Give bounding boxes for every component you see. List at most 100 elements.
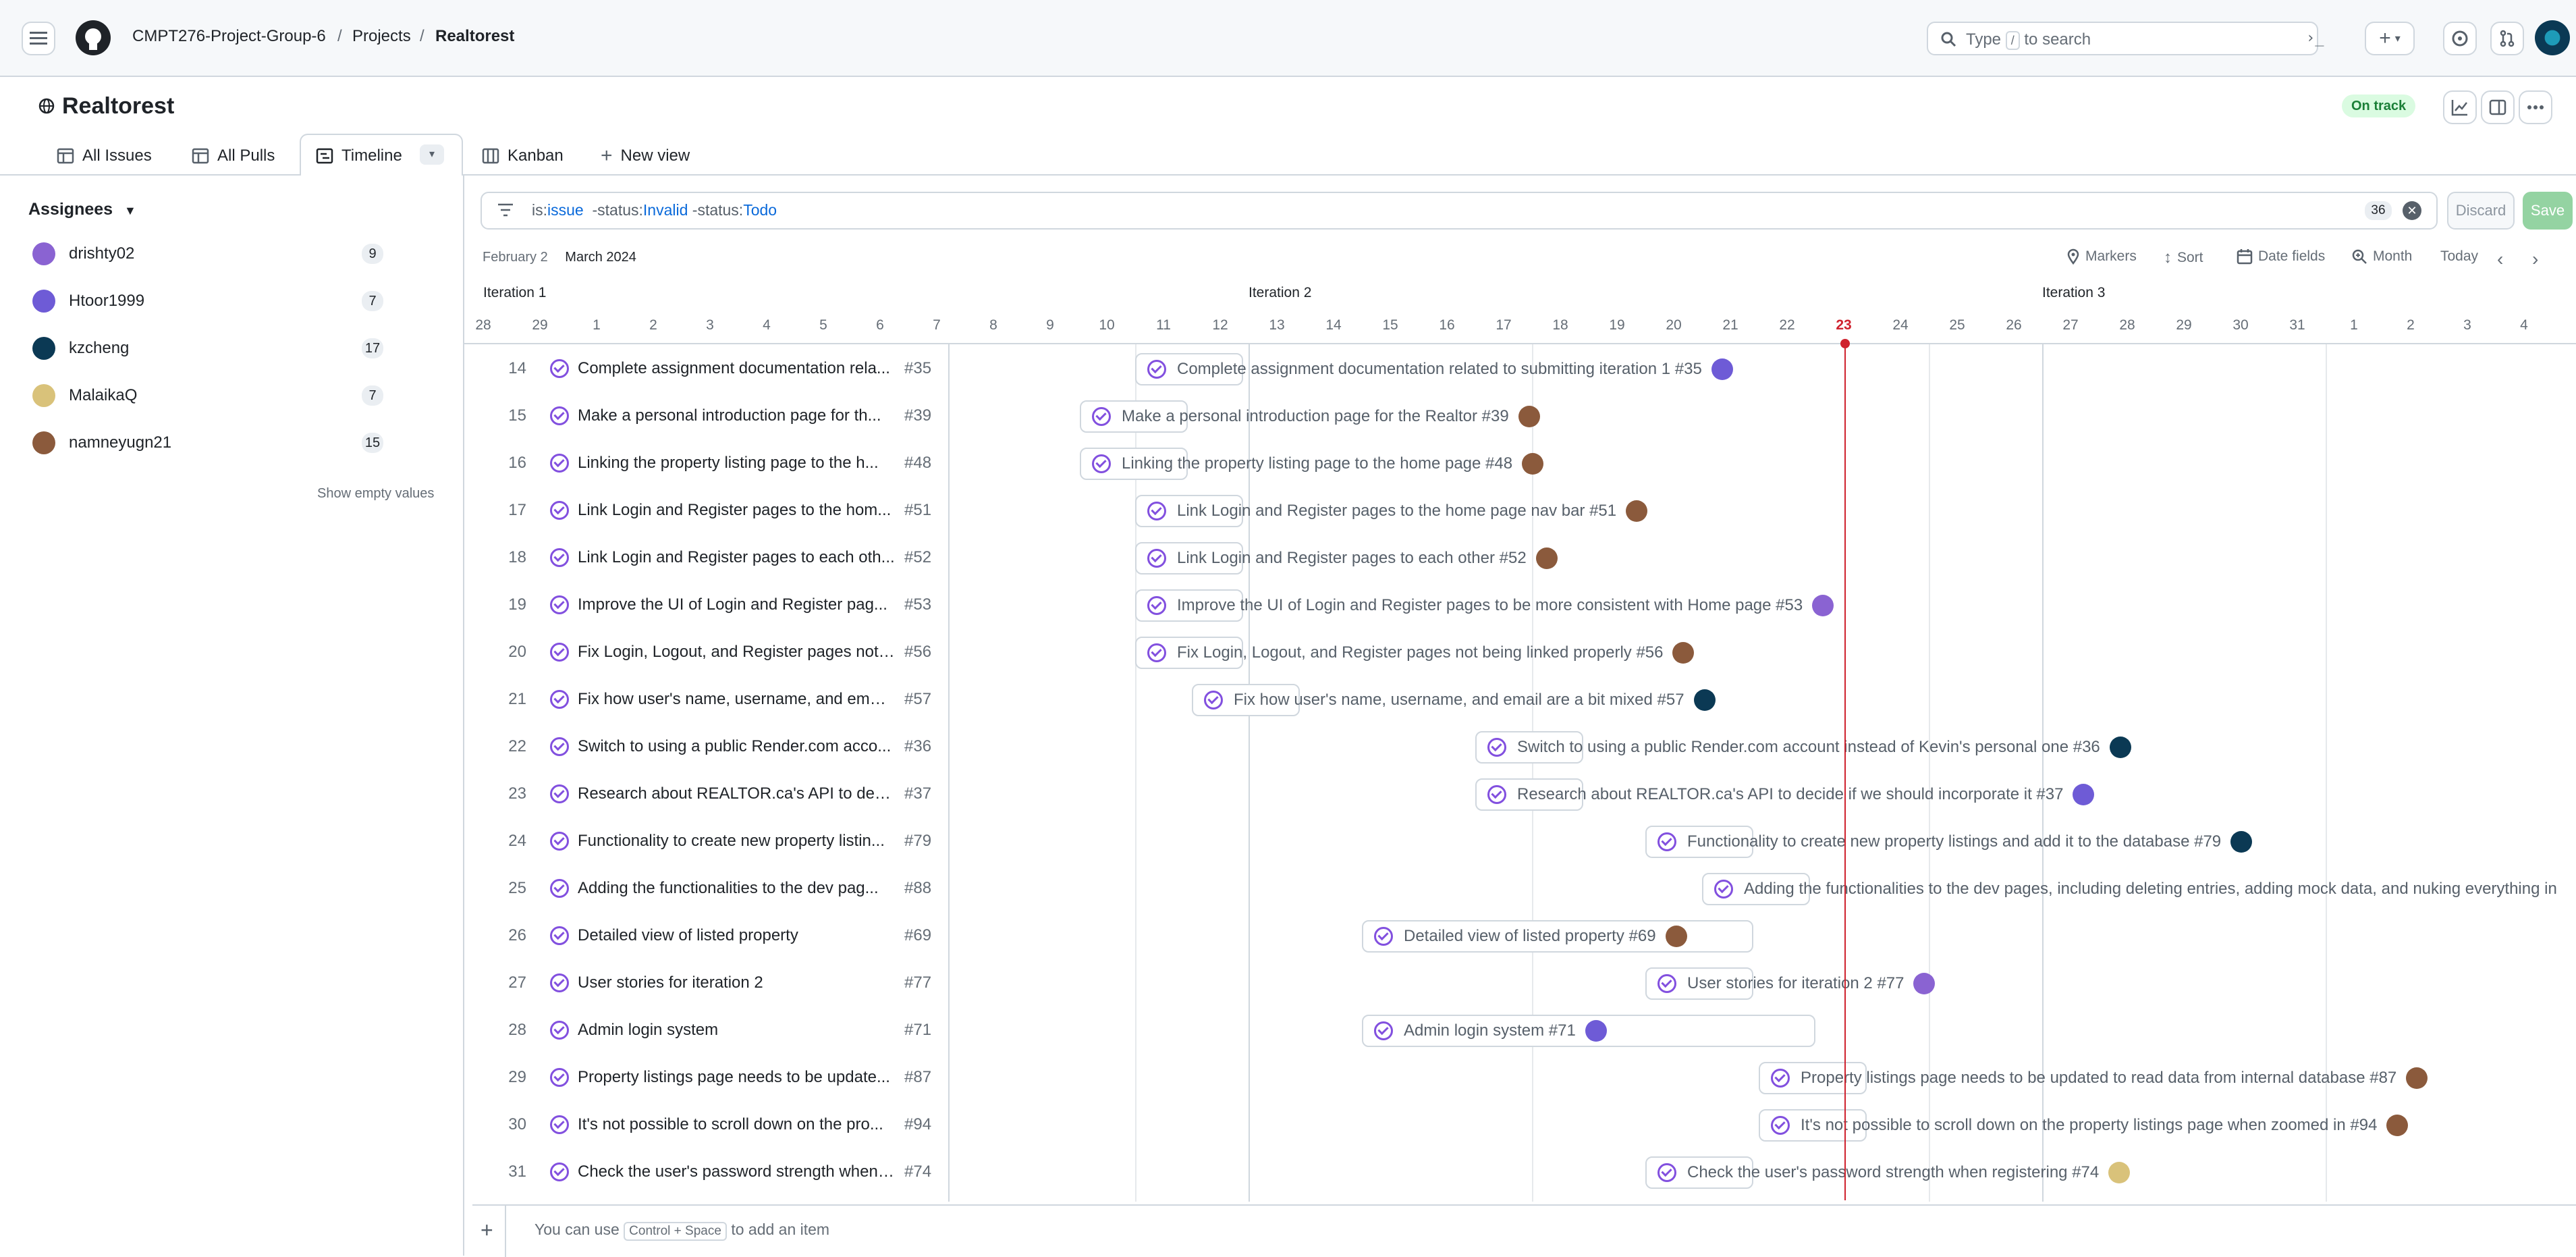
previous-icon[interactable]: ‹ xyxy=(2497,248,2503,270)
timeline-bar[interactable]: Make a personal introduction page for th… xyxy=(1080,400,1540,433)
search-input[interactable]: Type / to search ›_ xyxy=(1927,22,2324,55)
row-title[interactable]: Switch to using a public Render.com acco… xyxy=(578,737,895,756)
row-title[interactable]: Fix Login, Logout, and Register pages no… xyxy=(578,643,895,662)
row-number: 28 xyxy=(508,1021,526,1039)
timeline-bar[interactable]: Admin login system #71 xyxy=(1362,1015,1815,1047)
github-logo-icon[interactable] xyxy=(76,20,111,55)
new-view-button[interactable]: + New view xyxy=(601,139,690,173)
menu-button[interactable] xyxy=(22,22,55,55)
pull-requests-button[interactable] xyxy=(2490,22,2524,55)
timeline-bar[interactable]: Check the user's password strength when … xyxy=(1645,1156,2131,1189)
row-title[interactable]: Admin login system xyxy=(578,1021,895,1040)
avatar xyxy=(1812,595,1834,616)
more-options-button[interactable] xyxy=(2519,90,2552,124)
assignee-item[interactable]: drishty02 9 xyxy=(32,240,424,267)
row-title[interactable]: Complete assignment documentation rela..… xyxy=(578,359,895,378)
add-item-input[interactable]: You can use Control + Space to add an it… xyxy=(535,1221,829,1241)
timeline-bar[interactable]: User stories for iteration 2 #77 xyxy=(1645,967,1936,1000)
assignee-item[interactable]: namneyugn21 15 xyxy=(32,429,424,456)
row-issue-number: #88 xyxy=(904,879,932,897)
timeline-bar[interactable]: Link Login and Register pages to the hom… xyxy=(1135,495,1648,527)
assignee-item[interactable]: MalaikaQ 7 xyxy=(32,382,424,409)
filter-query[interactable]: is:issue -status:Invalid -status:Todo xyxy=(532,201,777,219)
discard-button[interactable]: Discard xyxy=(2447,192,2515,230)
row-title[interactable]: Improve the UI of Login and Register pag… xyxy=(578,595,895,614)
create-new-button[interactable]: + ▾ xyxy=(2365,22,2415,55)
row-title[interactable]: Property listings page needs to be updat… xyxy=(578,1068,895,1087)
timeline-bar[interactable]: Switch to using a public Render.com acco… xyxy=(1475,731,2131,764)
next-icon[interactable]: › xyxy=(2532,248,2538,270)
today-button[interactable]: Today xyxy=(2440,248,2478,265)
row-number: 31 xyxy=(508,1162,526,1181)
side-panel-button[interactable] xyxy=(2481,90,2515,124)
row-title[interactable]: Check the user's password strength when … xyxy=(578,1162,895,1181)
add-item-plus-icon[interactable]: + xyxy=(481,1218,493,1243)
row-title[interactable]: Fix how user's name, username, and email… xyxy=(578,690,895,709)
assignee-item[interactable]: kzcheng 17 xyxy=(32,335,424,362)
filter-input[interactable]: is:issue -status:Invalid -status:Todo 36… xyxy=(481,192,2438,230)
tab-all-pulls[interactable]: All Pulls xyxy=(192,139,275,173)
date-fields-button[interactable]: Date fields xyxy=(2237,248,2325,265)
row-number: 23 xyxy=(508,784,526,803)
day-label: 24 xyxy=(1892,317,1909,333)
save-button[interactable]: Save xyxy=(2523,192,2573,230)
group-by-dropdown[interactable]: Assignees ▼ xyxy=(28,200,136,219)
timeline-bar[interactable]: Research about REALTOR.ca's API to decid… xyxy=(1475,778,2095,811)
timeline-bar[interactable]: Complete assignment documentation relate… xyxy=(1135,353,1733,385)
clear-filter-icon[interactable]: ✕ xyxy=(2403,201,2421,220)
row-title[interactable]: User stories for iteration 2 xyxy=(578,973,895,992)
tab-timeline-active[interactable]: Timeline ▾ xyxy=(300,134,463,176)
row-title[interactable]: Linking the property listing page to the… xyxy=(578,454,895,473)
show-empty-values-link[interactable]: Show empty values xyxy=(317,486,434,502)
issues-button[interactable] xyxy=(2443,22,2477,55)
issue-closed-icon xyxy=(550,1021,569,1040)
markers-button[interactable]: Markers xyxy=(2066,248,2137,265)
issue-closed-icon xyxy=(1657,832,1676,851)
insights-button[interactable] xyxy=(2443,90,2477,124)
day-label: 28 xyxy=(475,317,491,333)
breadcrumb-projects[interactable]: Projects xyxy=(352,27,411,46)
view-options-button[interactable]: ▾ xyxy=(420,144,444,165)
breadcrumb-repo[interactable]: Realtorest xyxy=(435,27,514,46)
row-issue-number: #36 xyxy=(904,737,932,755)
row-number: 17 xyxy=(508,501,526,519)
row-title[interactable]: Functionality to create new property lis… xyxy=(578,832,895,851)
user-avatar[interactable] xyxy=(2535,20,2570,55)
row-title[interactable]: Make a personal introduction page for th… xyxy=(578,406,895,425)
command-palette-icon[interactable]: ›_ xyxy=(2306,30,2324,47)
day-label: 1 xyxy=(593,317,601,333)
filter-icon xyxy=(498,203,513,217)
assignee-count: 17 xyxy=(362,338,383,358)
assignee-item[interactable]: Htoor1999 7 xyxy=(32,288,424,315)
timeline-bar[interactable]: Link Login and Register pages to each ot… xyxy=(1135,542,1558,574)
status-badge[interactable]: On track xyxy=(2342,95,2416,117)
bar-label: It's not possible to scroll down on the … xyxy=(1801,1116,2378,1134)
row-title[interactable]: Detailed view of listed property xyxy=(578,926,895,945)
timeline-bar[interactable]: Linking the property listing page to the… xyxy=(1080,448,1544,480)
timeline-bar[interactable]: Adding the functionalities to the dev pa… xyxy=(1702,873,2557,905)
timeline-bar[interactable]: Property listings page needs to be updat… xyxy=(1759,1062,2428,1094)
row-title[interactable]: Link Login and Register pages to each ot… xyxy=(578,548,895,567)
issue-closed-icon xyxy=(550,690,569,709)
row-title[interactable]: Research about REALTOR.ca's API to decid… xyxy=(578,784,895,803)
timeline-bar[interactable]: Functionality to create new property lis… xyxy=(1645,826,2253,858)
zoom-level-button[interactable]: Month xyxy=(2351,248,2412,265)
tab-all-issues[interactable]: All Issues xyxy=(57,139,152,173)
timeline-bar[interactable]: Improve the UI of Login and Register pag… xyxy=(1135,589,1834,622)
issue-closed-icon xyxy=(550,784,569,803)
row-title[interactable]: Adding the functionalities to the dev pa… xyxy=(578,879,895,898)
breadcrumb-org[interactable]: CMPT276-Project-Group-6 xyxy=(132,27,326,46)
row-title[interactable]: It's not possible to scroll down on the … xyxy=(578,1115,895,1134)
row-issue-number: #53 xyxy=(904,595,932,614)
timeline-bar[interactable]: Detailed view of listed property #69 xyxy=(1362,920,1753,953)
assignee-name: Htoor1999 xyxy=(69,292,145,310)
tab-kanban[interactable]: Kanban xyxy=(482,139,564,173)
avatar xyxy=(1518,406,1540,427)
issue-closed-icon xyxy=(550,1162,569,1181)
timeline-bar[interactable]: It's not possible to scroll down on the … xyxy=(1759,1109,2409,1142)
timeline-bar[interactable]: Fix Login, Logout, and Register pages no… xyxy=(1135,637,1695,669)
sort-button[interactable]: ↕ Sort xyxy=(2164,248,2203,267)
day-label: 11 xyxy=(1156,317,1171,333)
row-title[interactable]: Link Login and Register pages to the hom… xyxy=(578,501,895,520)
timeline-bar[interactable]: Fix how user's name, username, and email… xyxy=(1192,684,1716,716)
